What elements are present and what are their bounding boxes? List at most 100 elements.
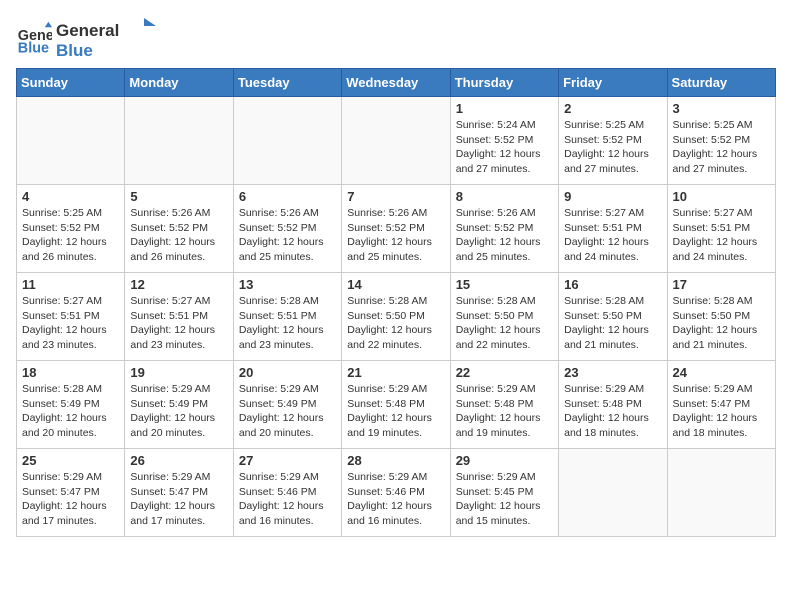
svg-text:General: General bbox=[56, 21, 119, 40]
calendar-cell: 11 Sunrise: 5:27 AM Sunset: 5:51 PM Dayli… bbox=[17, 273, 125, 361]
day-number: 25 bbox=[22, 453, 119, 468]
weekday-header-monday: Monday bbox=[125, 69, 233, 97]
day-number: 20 bbox=[239, 365, 336, 380]
svg-text:Blue: Blue bbox=[56, 41, 93, 60]
week-row-2: 4 Sunrise: 5:25 AM Sunset: 5:52 PM Daylig… bbox=[17, 185, 776, 273]
day-number: 26 bbox=[130, 453, 227, 468]
calendar-cell: 26Sunrise: 5:29 AM Sunset: 5:47 PM Dayli… bbox=[125, 449, 233, 537]
day-info: Sunrise: 5:25 AM Sunset: 5:52 PM Dayligh… bbox=[22, 206, 119, 265]
day-number: 28 bbox=[347, 453, 444, 468]
calendar-cell: 4 Sunrise: 5:25 AM Sunset: 5:52 PM Daylig… bbox=[17, 185, 125, 273]
day-number: 29 bbox=[456, 453, 553, 468]
day-info: Sunrise: 5:29 AM Sunset: 5:48 PM Dayligh… bbox=[564, 382, 661, 441]
day-number: 4 bbox=[22, 189, 119, 204]
calendar-cell: 21 Sunrise: 5:29 AM Sunset: 5:48 PM Dayli… bbox=[342, 361, 450, 449]
calendar-cell: 2Sunrise: 5:25 AM Sunset: 5:52 PM Daylig… bbox=[559, 97, 667, 185]
calendar-cell: 14 Sunrise: 5:28 AM Sunset: 5:50 PM Dayli… bbox=[342, 273, 450, 361]
day-info: Sunrise: 5:25 AM Sunset: 5:52 PM Dayligh… bbox=[673, 118, 770, 177]
weekday-header-tuesday: Tuesday bbox=[233, 69, 341, 97]
calendar-cell: 23 Sunrise: 5:29 AM Sunset: 5:48 PM Dayli… bbox=[559, 361, 667, 449]
calendar-cell: 28 Sunrise: 5:29 AM Sunset: 5:46 PM Dayli… bbox=[342, 449, 450, 537]
logo-text: General Blue bbox=[56, 16, 156, 60]
calendar-cell: 16Sunrise: 5:28 AM Sunset: 5:50 PM Dayli… bbox=[559, 273, 667, 361]
day-number: 16 bbox=[564, 277, 661, 292]
calendar-cell: 27 Sunrise: 5:29 AM Sunset: 5:46 PM Dayli… bbox=[233, 449, 341, 537]
calendar-cell bbox=[667, 449, 775, 537]
calendar-cell: 18Sunrise: 5:28 AM Sunset: 5:49 PM Dayli… bbox=[17, 361, 125, 449]
day-info: Sunrise: 5:26 AM Sunset: 5:52 PM Dayligh… bbox=[347, 206, 444, 265]
calendar-cell: 15 Sunrise: 5:28 AM Sunset: 5:50 PM Dayli… bbox=[450, 273, 558, 361]
calendar-cell: 25 Sunrise: 5:29 AM Sunset: 5:47 PM Dayli… bbox=[17, 449, 125, 537]
day-info: Sunrise: 5:28 AM Sunset: 5:50 PM Dayligh… bbox=[456, 294, 553, 353]
day-info: Sunrise: 5:24 AM Sunset: 5:52 PM Dayligh… bbox=[456, 118, 553, 177]
day-number: 1 bbox=[456, 101, 553, 116]
day-number: 17 bbox=[673, 277, 770, 292]
calendar-cell: 7 Sunrise: 5:26 AM Sunset: 5:52 PM Daylig… bbox=[342, 185, 450, 273]
day-number: 15 bbox=[456, 277, 553, 292]
day-number: 2 bbox=[564, 101, 661, 116]
day-info: Sunrise: 5:29 AM Sunset: 5:48 PM Dayligh… bbox=[347, 382, 444, 441]
logo: General Blue General Blue bbox=[16, 16, 156, 60]
day-number: 5 bbox=[130, 189, 227, 204]
calendar-table: SundayMondayTuesdayWednesdayThursdayFrid… bbox=[16, 68, 776, 537]
calendar-cell: 5 Sunrise: 5:26 AM Sunset: 5:52 PM Daylig… bbox=[125, 185, 233, 273]
week-row-3: 11 Sunrise: 5:27 AM Sunset: 5:51 PM Dayli… bbox=[17, 273, 776, 361]
calendar-cell bbox=[125, 97, 233, 185]
logo-icon: General Blue bbox=[16, 20, 52, 56]
calendar-cell: 6 Sunrise: 5:26 AM Sunset: 5:52 PM Daylig… bbox=[233, 185, 341, 273]
day-number: 11 bbox=[22, 277, 119, 292]
week-row-5: 25 Sunrise: 5:29 AM Sunset: 5:47 PM Dayli… bbox=[17, 449, 776, 537]
calendar-cell: 13Sunrise: 5:28 AM Sunset: 5:51 PM Dayli… bbox=[233, 273, 341, 361]
day-number: 10 bbox=[673, 189, 770, 204]
day-info: Sunrise: 5:28 AM Sunset: 5:49 PM Dayligh… bbox=[22, 382, 119, 441]
day-number: 21 bbox=[347, 365, 444, 380]
day-info: Sunrise: 5:29 AM Sunset: 5:49 PM Dayligh… bbox=[239, 382, 336, 441]
logo-svg: General Blue bbox=[56, 16, 156, 60]
day-info: Sunrise: 5:26 AM Sunset: 5:52 PM Dayligh… bbox=[239, 206, 336, 265]
day-number: 8 bbox=[456, 189, 553, 204]
weekday-header-row: SundayMondayTuesdayWednesdayThursdayFrid… bbox=[17, 69, 776, 97]
day-info: Sunrise: 5:27 AM Sunset: 5:51 PM Dayligh… bbox=[564, 206, 661, 265]
week-row-4: 18Sunrise: 5:28 AM Sunset: 5:49 PM Dayli… bbox=[17, 361, 776, 449]
day-info: Sunrise: 5:26 AM Sunset: 5:52 PM Dayligh… bbox=[130, 206, 227, 265]
week-row-1: 1 Sunrise: 5:24 AM Sunset: 5:52 PM Daylig… bbox=[17, 97, 776, 185]
day-info: Sunrise: 5:28 AM Sunset: 5:50 PM Dayligh… bbox=[347, 294, 444, 353]
day-info: Sunrise: 5:29 AM Sunset: 5:46 PM Dayligh… bbox=[347, 470, 444, 529]
calendar-cell bbox=[559, 449, 667, 537]
day-info: Sunrise: 5:29 AM Sunset: 5:47 PM Dayligh… bbox=[22, 470, 119, 529]
day-number: 6 bbox=[239, 189, 336, 204]
day-number: 27 bbox=[239, 453, 336, 468]
weekday-header-friday: Friday bbox=[559, 69, 667, 97]
day-number: 22 bbox=[456, 365, 553, 380]
calendar-cell: 12Sunrise: 5:27 AM Sunset: 5:51 PM Dayli… bbox=[125, 273, 233, 361]
day-info: Sunrise: 5:29 AM Sunset: 5:45 PM Dayligh… bbox=[456, 470, 553, 529]
day-number: 23 bbox=[564, 365, 661, 380]
weekday-header-thursday: Thursday bbox=[450, 69, 558, 97]
day-number: 7 bbox=[347, 189, 444, 204]
day-info: Sunrise: 5:29 AM Sunset: 5:48 PM Dayligh… bbox=[456, 382, 553, 441]
page-header: General Blue General Blue bbox=[16, 16, 776, 60]
calendar-cell: 20 Sunrise: 5:29 AM Sunset: 5:49 PM Dayli… bbox=[233, 361, 341, 449]
day-number: 19 bbox=[130, 365, 227, 380]
calendar-cell: 17Sunrise: 5:28 AM Sunset: 5:50 PM Dayli… bbox=[667, 273, 775, 361]
day-info: Sunrise: 5:29 AM Sunset: 5:46 PM Dayligh… bbox=[239, 470, 336, 529]
calendar-cell bbox=[342, 97, 450, 185]
day-info: Sunrise: 5:29 AM Sunset: 5:49 PM Dayligh… bbox=[130, 382, 227, 441]
calendar-cell: 10 Sunrise: 5:27 AM Sunset: 5:51 PM Dayli… bbox=[667, 185, 775, 273]
calendar-cell bbox=[233, 97, 341, 185]
calendar-cell bbox=[17, 97, 125, 185]
calendar-cell: 1 Sunrise: 5:24 AM Sunset: 5:52 PM Daylig… bbox=[450, 97, 558, 185]
calendar-cell: 9 Sunrise: 5:27 AM Sunset: 5:51 PM Daylig… bbox=[559, 185, 667, 273]
day-number: 9 bbox=[564, 189, 661, 204]
day-info: Sunrise: 5:29 AM Sunset: 5:47 PM Dayligh… bbox=[673, 382, 770, 441]
weekday-header-wednesday: Wednesday bbox=[342, 69, 450, 97]
day-number: 24 bbox=[673, 365, 770, 380]
calendar-cell: 29 Sunrise: 5:29 AM Sunset: 5:45 PM Dayli… bbox=[450, 449, 558, 537]
svg-text:Blue: Blue bbox=[18, 40, 49, 56]
day-info: Sunrise: 5:27 AM Sunset: 5:51 PM Dayligh… bbox=[673, 206, 770, 265]
day-number: 14 bbox=[347, 277, 444, 292]
calendar-cell: 3Sunrise: 5:25 AM Sunset: 5:52 PM Daylig… bbox=[667, 97, 775, 185]
day-info: Sunrise: 5:28 AM Sunset: 5:51 PM Dayligh… bbox=[239, 294, 336, 353]
weekday-header-saturday: Saturday bbox=[667, 69, 775, 97]
day-info: Sunrise: 5:27 AM Sunset: 5:51 PM Dayligh… bbox=[22, 294, 119, 353]
